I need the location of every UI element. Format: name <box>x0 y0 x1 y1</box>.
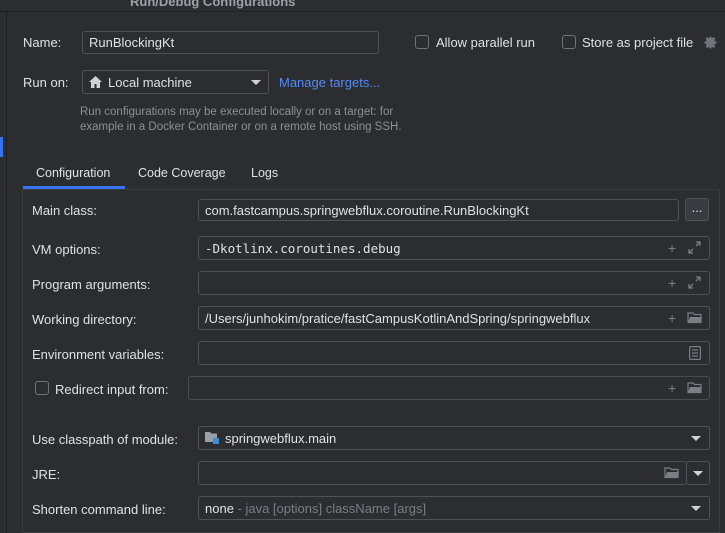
manage-targets-link[interactable]: Manage targets... <box>279 75 380 90</box>
tab-logs[interactable]: Logs <box>251 166 278 180</box>
document-icon[interactable] <box>689 346 702 363</box>
redirect-input-checkbox[interactable] <box>35 381 49 395</box>
redirect-input-field[interactable] <box>188 376 710 400</box>
program-args-label: Program arguments: <box>32 277 151 292</box>
chevron-down-icon <box>693 470 703 476</box>
working-dir-input[interactable]: /Users/junhokim/pratice/fastCampusKotlin… <box>198 306 710 330</box>
run-on-hint-line1: Run configurations may be executed local… <box>80 106 394 118</box>
classpath-value: springwebflux.main <box>225 430 337 446</box>
shorten-cmd-value: none <box>205 500 234 516</box>
env-vars-input[interactable] <box>198 341 710 365</box>
add-icon[interactable]: + <box>668 381 676 395</box>
gear-icon[interactable] <box>703 35 719 51</box>
run-on-dropdown[interactable]: Local machine <box>82 70 269 94</box>
shorten-cmd-label: Shorten command line: <box>32 502 166 517</box>
working-dir-value: /Users/junhokim/pratice/fastCampusKotlin… <box>205 310 591 326</box>
store-project-checkbox[interactable] <box>562 35 576 49</box>
add-icon[interactable]: + <box>668 311 676 325</box>
main-class-value: com.fastcampus.springwebflux.coroutine.R… <box>205 202 529 218</box>
program-args-input[interactable] <box>198 271 710 295</box>
run-on-label: Run on: <box>23 75 69 90</box>
folder-icon[interactable] <box>687 311 703 327</box>
home-icon <box>89 76 102 88</box>
name-input[interactable]: RunBlockingKt <box>82 31 379 54</box>
module-icon <box>204 431 220 445</box>
chevron-down-icon <box>251 80 261 85</box>
jre-label: JRE: <box>32 467 61 482</box>
env-vars-label: Environment variables: <box>32 347 165 362</box>
folder-icon[interactable] <box>687 381 703 397</box>
classpath-dropdown[interactable]: springwebflux.main <box>198 426 710 450</box>
expand-icon[interactable] <box>688 276 701 292</box>
vm-options-value: -Dkotlinx.coroutines.debug <box>205 240 401 256</box>
name-label: Name: <box>23 35 62 50</box>
jre-input[interactable] <box>198 461 687 485</box>
working-dir-label: Working directory: <box>32 312 137 327</box>
shorten-cmd-hint: - java [options] className [args] <box>233 500 427 516</box>
tab-configuration[interactable]: Configuration <box>36 166 110 180</box>
folder-icon[interactable] <box>664 466 680 482</box>
add-icon[interactable]: + <box>668 241 676 255</box>
tab-code-coverage[interactable]: Code Coverage <box>138 166 226 180</box>
browse-main-class-button[interactable]: ... <box>685 198 709 221</box>
window-title: Run/Debug Configurations <box>130 0 296 9</box>
chevron-down-icon <box>691 436 701 441</box>
classpath-label: Use classpath of module: <box>32 432 178 447</box>
vm-options-label: VM options: <box>32 242 101 257</box>
redirect-input-label[interactable]: Redirect input from: <box>55 382 168 397</box>
allow-parallel-checkbox[interactable] <box>415 35 429 49</box>
main-class-input[interactable]: com.fastcampus.springwebflux.coroutine.R… <box>198 199 679 221</box>
allow-parallel-label[interactable]: Allow parallel run <box>436 35 535 50</box>
jre-dropdown-button[interactable] <box>686 461 710 485</box>
add-icon[interactable]: + <box>668 276 676 290</box>
shorten-cmd-dropdown[interactable]: none - java [options] className [args] <box>198 496 710 520</box>
vm-options-input[interactable]: -Dkotlinx.coroutines.debug <box>198 236 710 260</box>
config-tree-selection[interactable] <box>0 137 3 157</box>
run-on-hint-line2: example in a Docker Container or on a re… <box>80 121 402 133</box>
chevron-down-icon <box>691 506 701 511</box>
window-titlebar: Run/Debug Configurations <box>0 0 725 12</box>
name-input-value: RunBlockingKt <box>89 35 175 50</box>
run-on-value: Local machine <box>108 74 192 90</box>
config-tree-panel <box>0 12 7 533</box>
main-class-label: Main class: <box>32 203 98 218</box>
expand-icon[interactable] <box>688 241 701 257</box>
ellipsis-icon: ... <box>691 199 703 215</box>
store-project-label[interactable]: Store as project file <box>582 35 693 50</box>
